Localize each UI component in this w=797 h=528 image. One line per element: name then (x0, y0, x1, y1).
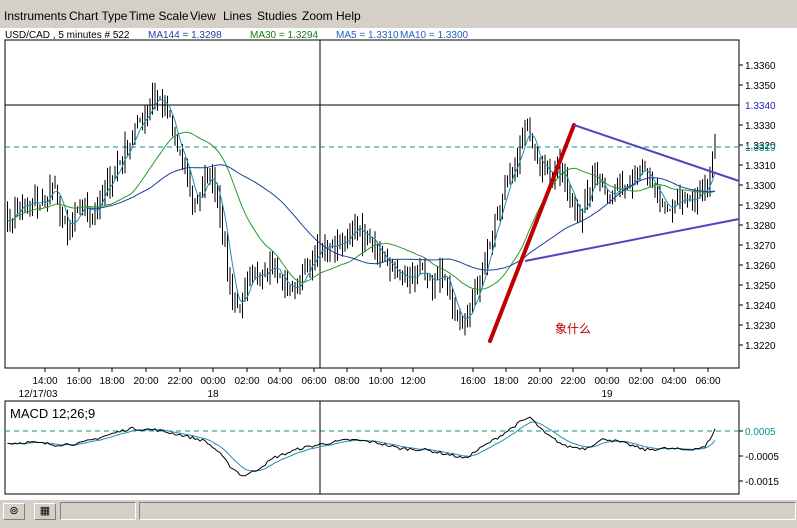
macd-tick-label: -0.0015 (745, 477, 779, 488)
date-label: 19 (601, 389, 613, 400)
menu-lines[interactable]: Lines (223, 9, 252, 23)
time-tick-label: 00:00 (200, 376, 225, 387)
ma-label: MA5 = 1.3310 (336, 30, 399, 41)
price-tick-label: 1.3230 (745, 321, 776, 332)
chart-window: USD/CAD , 5 minutes # 522 MA144 = 1.3298 M… (0, 28, 797, 500)
date-label: 18 (207, 389, 219, 400)
time-tick-label: 22:00 (560, 376, 585, 387)
macd-tick-label: -0.0005 (745, 452, 779, 463)
price-tick-label: 1.3220 (745, 341, 776, 352)
price-tick-label: 1.3330 (745, 121, 776, 132)
menu-studies[interactable]: Studies (257, 9, 297, 23)
price-axis: 1.33601.33501.33301.33201.33101.33001.32… (739, 61, 776, 352)
crosshair-price-label: 1.3340 (745, 101, 776, 112)
macd-plot-area[interactable] (4, 400, 740, 495)
time-tick-label: 18:00 (99, 376, 124, 387)
status-panel-main (139, 502, 796, 520)
time-tick-label: 12:00 (400, 376, 425, 387)
status-panel-left (60, 502, 136, 520)
columns-icon[interactable]: ▦ (34, 503, 56, 520)
time-tick-label: 02:00 (628, 376, 653, 387)
price-tick-label: 1.3260 (745, 261, 776, 272)
menu-zoom[interactable]: Zoom (302, 9, 333, 23)
chart-canvas[interactable]: USD/CAD , 5 minutes # 522 MA144 = 1.3298 M… (0, 28, 797, 500)
menu-help[interactable]: Help (336, 9, 361, 23)
time-tick-label: 08:00 (334, 376, 359, 387)
macd-tick-label: 0.0005 (745, 427, 776, 438)
ma-label: MA30 = 1.3294 (250, 30, 319, 41)
time-tick-label: 06:00 (301, 376, 326, 387)
price-tick-label: 1.3250 (745, 281, 776, 292)
chart-header: USD/CAD , 5 minutes # 522 MA144 = 1.3298 M… (5, 30, 469, 41)
time-tick-label: 02:00 (234, 376, 259, 387)
time-tick-label: 10:00 (368, 376, 393, 387)
price-tick-label: 1.3310 (745, 161, 776, 172)
time-tick-label: 20:00 (133, 376, 158, 387)
menu-chart-type[interactable]: Chart Type (69, 9, 127, 23)
date-label: 12/17/03 (19, 389, 58, 400)
price-tick-label: 1.3290 (745, 201, 776, 212)
price-tick-label: 1.3270 (745, 241, 776, 252)
time-tick-label: 22:00 (167, 376, 192, 387)
time-tick-label: 20:00 (527, 376, 552, 387)
price-tick-label: 1.3300 (745, 181, 776, 192)
menu-instruments[interactable]: Instruments (4, 9, 67, 23)
price-tick-label: 1.3350 (745, 81, 776, 92)
time-tick-label: 00:00 (594, 376, 619, 387)
time-tick-label: 06:00 (695, 376, 720, 387)
time-tick-label: 18:00 (493, 376, 518, 387)
current-price-label: 1.3319 (745, 143, 776, 154)
time-tick-label: 16:00 (66, 376, 91, 387)
pin-icon[interactable]: ⊚ (3, 503, 25, 520)
price-tick-label: 1.3360 (745, 61, 776, 72)
status-bar: ⊚ ▦ (0, 500, 797, 528)
time-axis: 14:00 16:00 18:00 20:00 22:00 00:00 02:00 04:00… (19, 368, 721, 400)
price-tick-label: 1.3240 (745, 301, 776, 312)
macd-axis: 0.0005 -0.0005 -0.0015 (739, 427, 779, 488)
menu-view[interactable]: View (190, 9, 216, 23)
time-tick-label: 04:00 (267, 376, 292, 387)
ma-label: MA144 = 1.3298 (148, 30, 222, 41)
symbol-label: USD/CAD , 5 minutes # 522 (5, 30, 130, 41)
time-tick-label: 04:00 (661, 376, 686, 387)
price-tick-label: 1.3280 (745, 221, 776, 232)
chart-annotation: 象什么 (555, 322, 591, 336)
macd-label: MACD 12;26;9 (10, 406, 95, 421)
menu-time-scale[interactable]: Time Scale (129, 9, 189, 23)
time-tick-label: 16:00 (460, 376, 485, 387)
ma-label: MA10 = 1.3300 (400, 30, 469, 41)
time-tick-label: 14:00 (32, 376, 57, 387)
